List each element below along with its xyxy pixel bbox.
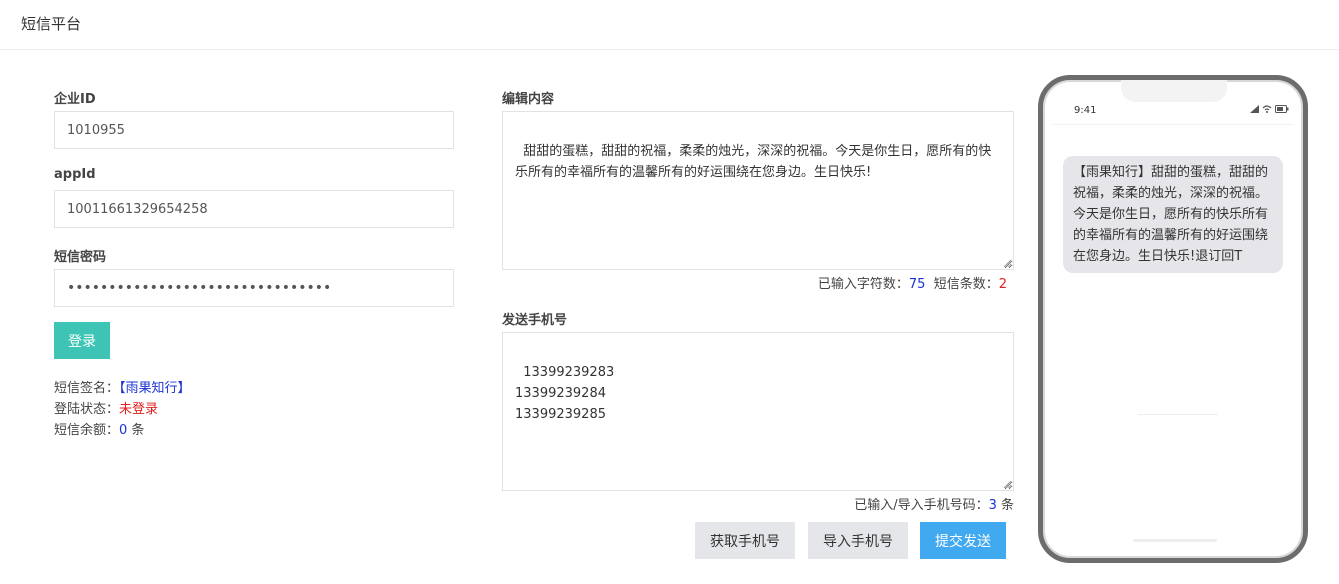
login-state-line: 登陆状态：未登录 — [54, 398, 158, 417]
content-counter: 已输入字符数：75 短信条数：2 — [502, 273, 1007, 292]
submit-send-button[interactable]: 提交发送 — [920, 522, 1006, 559]
sms-password-label: 短信密码 — [54, 250, 107, 265]
phones-textarea[interactable]: 13399239283 13399239284 13399239285 — [502, 332, 1014, 491]
login-state-value: 未登录 — [119, 402, 159, 417]
company-id-input[interactable] — [54, 111, 454, 149]
login-button[interactable]: 登录 — [54, 322, 110, 359]
app-id-label: appId — [54, 167, 96, 182]
balance-line: 短信余额：0 条 — [54, 419, 144, 438]
phone-divider — [1053, 124, 1293, 125]
phone-preview: 9:41 【雨果知行】甜甜的蛋糕，甜甜的祝福，柔柔的烛光，深深的祝福。今天是你生… — [1038, 75, 1308, 563]
top-bar: 短信平台 — [0, 0, 1339, 50]
phones-count-label: 已输入/导入手机号码： — [854, 498, 989, 513]
phone-time: 9:41 — [1074, 105, 1097, 116]
resize-grip-icon[interactable] — [1003, 259, 1011, 267]
signature-value: 【雨果知行】 — [119, 381, 191, 396]
resize-grip-icon[interactable] — [1003, 480, 1011, 488]
signature-line: 短信签名：【雨果知行】 — [54, 377, 191, 396]
phone-notch — [1121, 80, 1227, 102]
page-title: 短信平台 — [21, 15, 82, 33]
signal-icon — [1250, 105, 1259, 113]
content-text: 甜甜的蛋糕，甜甜的祝福，柔柔的烛光，深深的祝福。今天是你生日，愿所有的快乐所有的… — [515, 144, 992, 180]
sms-password-input[interactable]: •••••••••••••••••••••••••••••••• — [54, 269, 454, 307]
sms-count-label: 短信条数： — [933, 277, 999, 292]
phones-text: 13399239283 13399239284 13399239285 — [515, 365, 615, 422]
content-label: 编辑内容 — [502, 92, 555, 107]
balance-label: 短信余额： — [54, 423, 120, 438]
phone-divider — [1138, 414, 1218, 415]
char-count-value: 75 — [908, 277, 926, 292]
get-phones-button[interactable]: 获取手机号 — [695, 522, 795, 559]
battery-icon — [1275, 105, 1289, 113]
phones-count-value: 3 — [988, 498, 997, 513]
login-state-label: 登陆状态： — [54, 402, 120, 417]
phones-count-unit: 条 — [996, 498, 1014, 513]
content-textarea[interactable]: 甜甜的蛋糕，甜甜的祝福，柔柔的烛光，深深的祝福。今天是你生日，愿所有的快乐所有的… — [502, 111, 1014, 270]
app-id-input[interactable] — [54, 190, 454, 228]
message-bubble: 【雨果知行】甜甜的蛋糕，甜甜的祝福，柔柔的烛光，深深的祝福。今天是你生日，愿所有… — [1063, 156, 1283, 273]
phones-counter: 已输入/导入手机号码：3 条 — [502, 494, 1014, 513]
wifi-icon — [1262, 105, 1272, 113]
phone-status-icons — [1250, 105, 1289, 113]
import-phones-button[interactable]: 导入手机号 — [808, 522, 908, 559]
char-count-label: 已输入字符数： — [817, 277, 909, 292]
company-id-label: 企业ID — [54, 92, 96, 107]
home-indicator — [1133, 539, 1217, 542]
balance-unit: 条 — [127, 423, 145, 438]
phones-label: 发送手机号 — [502, 313, 568, 328]
sms-count-value: 2 — [998, 277, 1007, 292]
signature-label: 短信签名： — [54, 381, 120, 396]
